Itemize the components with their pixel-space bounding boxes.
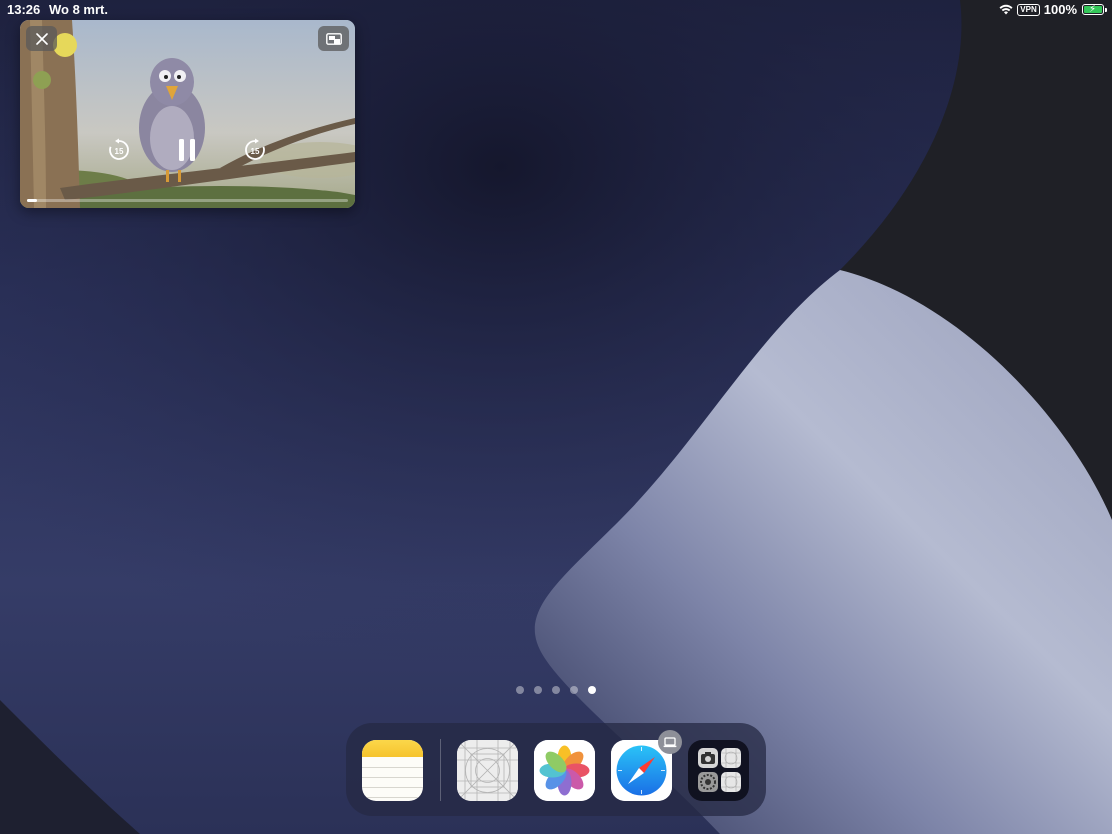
- pip-close-button[interactable]: [26, 26, 57, 51]
- page-dot[interactable]: [516, 686, 524, 694]
- skip-back-icon: 15: [109, 138, 129, 160]
- battery-icon: ⚡: [1082, 4, 1107, 15]
- status-date: Wo 8 mrt.: [49, 2, 108, 17]
- page-dot[interactable]: [588, 686, 596, 694]
- video-progress-bar[interactable]: [27, 199, 348, 202]
- notes-line: [362, 777, 423, 778]
- vpn-badge: VPN: [1017, 3, 1040, 16]
- battery-nub: [1105, 8, 1107, 12]
- pause-button[interactable]: [176, 138, 198, 162]
- skip-forward-label: 15: [251, 147, 260, 156]
- pause-icon: [179, 139, 195, 161]
- skip-forward-15-button[interactable]: 15: [243, 138, 267, 162]
- page-dot[interactable]: [570, 686, 578, 694]
- charging-bolt-icon: ⚡: [1089, 4, 1097, 15]
- notes-app-icon[interactable]: [362, 740, 423, 801]
- video-progress-fill: [27, 199, 37, 202]
- skip-back-15-button[interactable]: 15: [107, 138, 131, 162]
- laptop-icon: [663, 736, 677, 747]
- notes-line: [362, 767, 423, 768]
- notes-header: [362, 740, 423, 757]
- settings-mini-icon: [698, 772, 718, 792]
- photos-icon: [534, 740, 595, 801]
- wifi-icon: [999, 4, 1013, 15]
- app-folder-icon[interactable]: [688, 740, 749, 801]
- app-grid-icon: [457, 740, 518, 801]
- notes-line: [362, 787, 423, 788]
- close-icon: [35, 32, 48, 45]
- page-dot[interactable]: [534, 686, 542, 694]
- app-placeholder-icon[interactable]: [457, 740, 518, 801]
- dock-divider: [440, 739, 441, 801]
- pip-video-player[interactable]: 15 15: [20, 20, 355, 208]
- page-dot[interactable]: [552, 686, 560, 694]
- pip-restore-button[interactable]: [318, 26, 349, 51]
- camera-mini-icon: [698, 748, 718, 768]
- notes-line: [362, 797, 423, 798]
- photos-app-icon[interactable]: [534, 740, 595, 801]
- skip-back-label: 15: [115, 147, 124, 156]
- video-frame: [20, 20, 355, 208]
- handoff-badge[interactable]: [658, 730, 682, 754]
- skip-forward-icon: 15: [245, 138, 265, 160]
- page-indicator[interactable]: [516, 686, 596, 694]
- pip-restore-icon: [325, 32, 342, 45]
- battery-percent: 100%: [1043, 2, 1077, 17]
- status-time: 13:26: [7, 2, 41, 17]
- grid-mini-icon: [721, 748, 741, 768]
- grid-mini-icon-2: [721, 772, 741, 792]
- status-bar: 13:26 Wo 8 mrt. VPN 100% ⚡: [0, 0, 1112, 20]
- status-indicators: VPN 100% ⚡: [999, 2, 1107, 17]
- dock: [346, 723, 766, 816]
